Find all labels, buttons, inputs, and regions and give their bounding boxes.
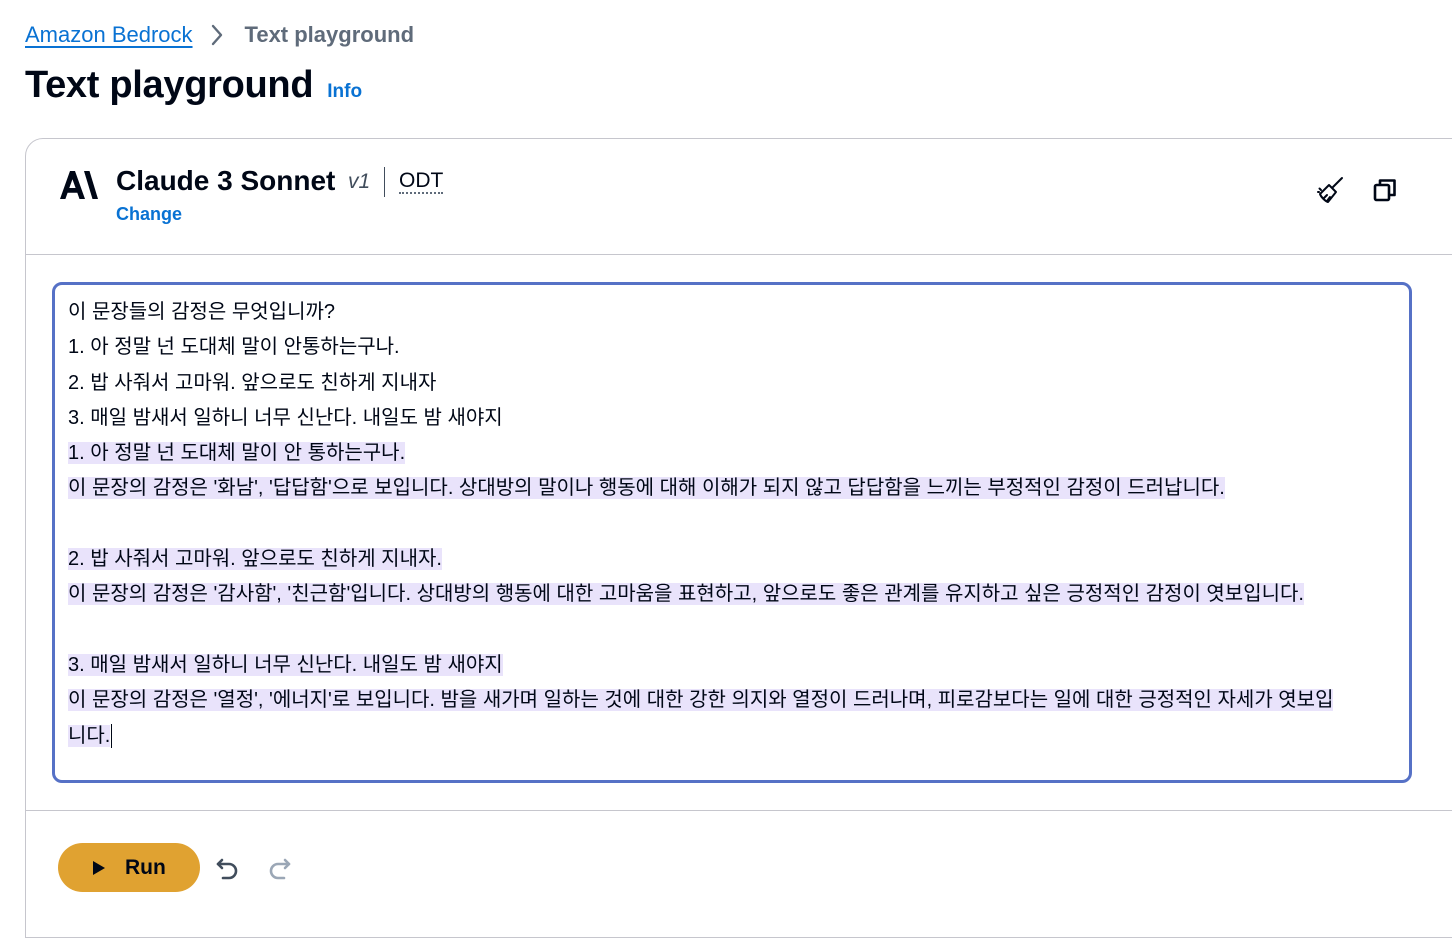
broom-icon[interactable]: [1314, 173, 1348, 207]
divider: [384, 167, 385, 197]
response-line: 2. 밥 사줘서 고마워. 앞으로도 친하게 지내자.: [68, 548, 442, 571]
breadcrumb: Amazon Bedrock Text playground: [25, 20, 414, 50]
play-icon: [92, 860, 106, 876]
model-header: Claude 3 Sonnet v1 ODT Change: [26, 139, 1452, 255]
prompt-line: 이 문장들의 감정은 무엇입니까?: [68, 301, 335, 323]
copy-icon[interactable]: [1368, 173, 1402, 207]
run-label: Run: [125, 855, 166, 879]
response-line: 니다.: [68, 724, 113, 749]
prompt-line: 2. 밥 사줘서 고마워. 앞으로도 친하게 지내자: [68, 371, 437, 394]
response-line: 이 문장의 감정은 '열정', '에너지'로 보입니다. 밤을 새가며 일하는 …: [68, 689, 1334, 712]
model-name: Claude 3 Sonnet: [116, 165, 336, 196]
model-version: v1: [348, 170, 371, 193]
change-model-link[interactable]: Change: [116, 204, 182, 225]
chevron-right-icon: [211, 24, 223, 46]
page-title: Text playground: [25, 64, 314, 106]
response-line: 3. 매일 밤새서 일하니 너무 신난다. 내일도 밤 새야지: [68, 653, 503, 676]
response-blank-line: [68, 507, 1396, 542]
response-line: 이 문장의 감정은 '감사함', '친근함'입니다. 상대방의 행동에 대한 고…: [68, 583, 1304, 606]
response-line: 1. 아 정말 넌 도대체 말이 안 통하는구나.: [68, 442, 406, 465]
prompt-editor[interactable]: 이 문장들의 감정은 무엇입니까? 1. 아 정말 넌 도대체 말이 안통하는구…: [52, 282, 1412, 783]
breadcrumb-current: Text playground: [244, 22, 415, 47]
page-header: Text playground Info: [25, 64, 362, 107]
playground-panel: Claude 3 Sonnet v1 ODT Change 이 문장들의 감정은…: [25, 138, 1452, 938]
run-button[interactable]: Run: [58, 843, 200, 892]
model-mode[interactable]: ODT: [399, 170, 444, 194]
undo-icon[interactable]: [215, 855, 241, 881]
action-bar: Run: [26, 810, 1452, 940]
response-blank-line: [68, 613, 1396, 648]
info-link[interactable]: Info: [327, 81, 362, 103]
prompt-line: 1. 아 정말 넌 도대체 말이 안통하는구나.: [68, 336, 400, 359]
redo-icon[interactable]: [266, 855, 292, 881]
breadcrumb-link-amazon-bedrock[interactable]: Amazon Bedrock: [25, 22, 193, 48]
text-cursor: [111, 724, 113, 749]
prompt-line: 3. 매일 밤새서 일하니 너무 신난다. 내일도 밤 새야지: [68, 406, 503, 429]
anthropic-logo-icon: [60, 171, 98, 199]
response-line: 이 문장의 감정은 '화남', '답답함'으로 보입니다. 상대방의 말이나 행…: [68, 477, 1225, 500]
